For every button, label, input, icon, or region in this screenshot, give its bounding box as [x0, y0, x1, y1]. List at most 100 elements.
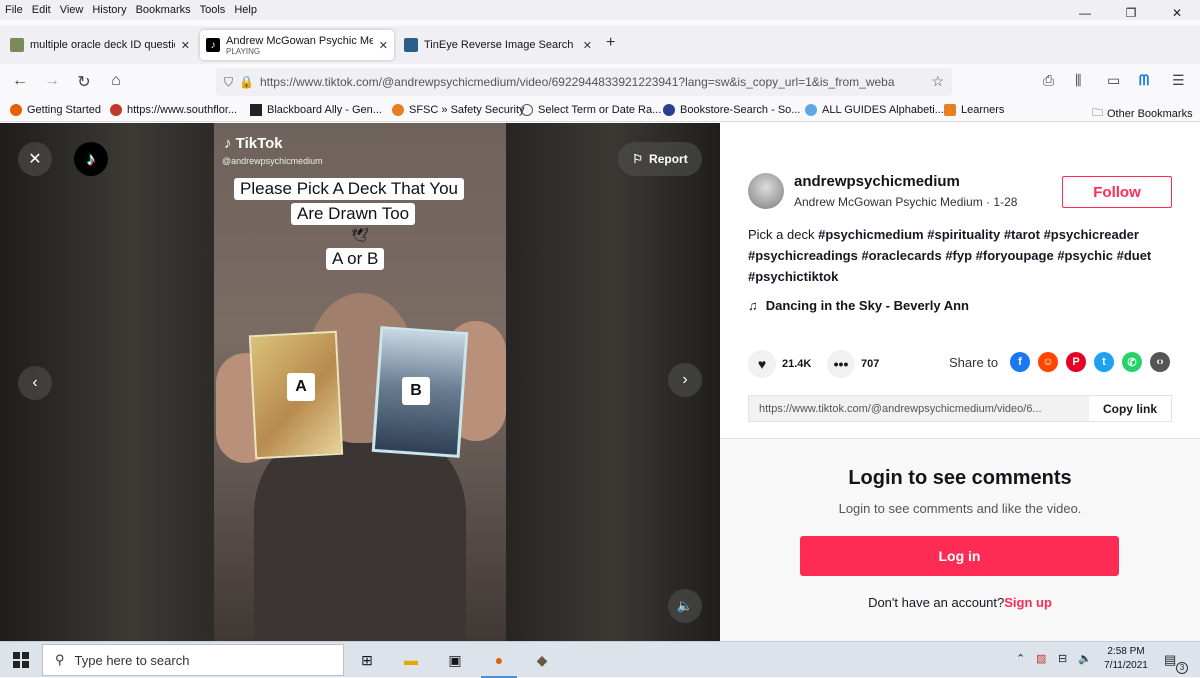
hashtag[interactable]: #psychicmedium	[818, 227, 924, 242]
hashtag[interactable]: #psychic	[1057, 248, 1113, 263]
menu-edit[interactable]: Edit	[28, 4, 55, 16]
notification-count: 3	[1176, 662, 1188, 674]
minimize-button[interactable]: —	[1062, 0, 1108, 26]
comment-stat[interactable]: ••• 707	[827, 350, 879, 378]
close-window-button[interactable]: ✕	[1154, 0, 1200, 26]
home-button[interactable]: ⌂	[106, 72, 126, 90]
video-frame[interactable]: A B ♪ TikTok @andrewpsychicmedium Please…	[214, 123, 506, 641]
new-tab-button[interactable]: +	[606, 34, 615, 52]
close-tab-icon[interactable]: ✕	[583, 39, 592, 52]
bookmark-item[interactable]: Select Term or Date Ra...	[521, 104, 661, 116]
hashtag[interactable]: #fyp	[945, 248, 972, 263]
other-bookmarks[interactable]: 🗀 Other Bookmarks	[1092, 104, 1193, 123]
avatar[interactable]	[748, 173, 784, 209]
clock[interactable]: 2:58 PM 7/11/2021	[1098, 645, 1154, 673]
menu-hamburger-icon[interactable]: ☰	[1172, 72, 1185, 89]
lock-icon[interactable]: 🔒	[239, 75, 254, 89]
menu-bookmarks[interactable]: Bookmarks	[132, 4, 195, 16]
speaker-icon[interactable]: 🔈	[1078, 652, 1092, 665]
library-icon[interactable]: ⫼	[1075, 72, 1081, 89]
back-button[interactable]: ←	[10, 72, 30, 90]
close-tab-icon[interactable]: ✕	[379, 39, 388, 52]
username[interactable]: andrewpsychicmedium	[794, 173, 960, 190]
bookmark-star-icon[interactable]: ☆	[931, 73, 944, 90]
start-button[interactable]	[0, 642, 42, 678]
hashtag[interactable]: #spirituality	[927, 227, 1000, 242]
whatsapp-icon[interactable]: ✆	[1122, 352, 1142, 372]
menu-tools[interactable]: Tools	[196, 4, 230, 16]
url-text[interactable]: https://www.tiktok.com/@andrewpsychicmed…	[260, 75, 910, 89]
music-link[interactable]: ♫ Dancing in the Sky - Beverly Ann	[748, 298, 969, 313]
like-stat[interactable]: ♥ 21.4K	[748, 350, 811, 378]
twitter-icon[interactable]: t	[1094, 352, 1114, 372]
taskbar-search[interactable]: ⚲ Type here to search	[42, 644, 344, 676]
embed-icon[interactable]: ‹›	[1150, 352, 1170, 372]
reload-button[interactable]: ↻	[74, 72, 94, 92]
bookmark-favicon-icon	[944, 104, 956, 116]
copy-link-button[interactable]: Copy link	[1089, 396, 1171, 421]
address-bar[interactable]: ⛉ 🔒 https://www.tiktok.com/@andrewpsychi…	[216, 68, 952, 96]
restore-button[interactable]: ❐	[1108, 0, 1154, 26]
sidebar-icon[interactable]: ▭	[1107, 72, 1120, 89]
menu-view[interactable]: View	[56, 4, 88, 16]
bookmark-item[interactable]: Blackboard Ally - Gen...	[250, 104, 382, 116]
share-link-text[interactable]: https://www.tiktok.com/@andrewpsychicmed…	[749, 396, 1089, 421]
volume-icon[interactable]: 🔈	[668, 589, 702, 623]
clock-time: 2:58 PM	[1107, 646, 1145, 657]
bookmark-item[interactable]: ALL GUIDES Alphabeti...	[805, 104, 944, 116]
tiktok-favicon-icon: ♪	[206, 38, 220, 52]
comment-icon[interactable]: •••	[827, 350, 855, 378]
show-hidden-icons[interactable]: ⌃	[1016, 652, 1025, 665]
firefox-icon[interactable]: ●	[481, 648, 517, 678]
network-icon[interactable]: ⊟	[1058, 652, 1067, 665]
hashtag[interactable]: #psychictiktok	[748, 269, 838, 284]
acrobat-tray-icon[interactable]: ▨	[1036, 652, 1046, 665]
login-button[interactable]: Log in	[800, 536, 1119, 576]
bookmark-item[interactable]: Getting Started	[10, 104, 101, 116]
tab-tineye[interactable]: TinEye Reverse Image Search ✕	[398, 30, 598, 60]
hashtag[interactable]: #duet	[1117, 248, 1152, 263]
forward-button[interactable]: →	[42, 72, 62, 90]
signup-link[interactable]: Sign up	[1004, 595, 1052, 610]
app-icon[interactable]: ◆	[530, 648, 554, 672]
facebook-icon[interactable]: f	[1010, 352, 1030, 372]
bookmark-item[interactable]: Bookstore-Search - So...	[663, 104, 800, 116]
next-video-icon[interactable]: ›	[668, 363, 702, 397]
notifications-icon[interactable]: ▤	[1164, 652, 1176, 668]
shield-icon[interactable]: ⛉	[224, 75, 233, 90]
tab-tiktok[interactable]: ♪ Andrew McGowan Psychic Med PLAYING ✕	[200, 30, 394, 60]
comments-section: Login to see comments Login to see comme…	[720, 439, 1200, 641]
hashtag[interactable]: #oraclecards	[861, 248, 941, 263]
tiktok-logo-icon[interactable]: ♪	[74, 142, 108, 176]
pocket-icon[interactable]: ⎙	[1043, 72, 1054, 89]
bookmark-item[interactable]: SFSC » Safety Security	[392, 104, 525, 116]
video-player[interactable]: A B ♪ TikTok @andrewpsychicmedium Please…	[0, 123, 720, 641]
close-tab-icon[interactable]: ✕	[181, 39, 190, 52]
login-title: Login to see comments	[848, 467, 1072, 489]
report-button[interactable]: ⚐ Report	[618, 142, 702, 176]
tab-oracle-question[interactable]: multiple oracle deck ID questio ✕	[4, 30, 196, 60]
tiktok-watermark: ♪ TikTok	[224, 135, 283, 152]
bookmark-item[interactable]: https://www.southflor...	[110, 104, 237, 116]
follow-button[interactable]: Follow	[1062, 176, 1172, 208]
tab-title: TinEye Reverse Image Search	[424, 39, 574, 51]
extension-icon[interactable]: ᗰ	[1139, 72, 1149, 89]
file-explorer-icon[interactable]: ▬	[399, 648, 423, 672]
bookmark-item[interactable]: Learners	[944, 104, 1004, 116]
store-icon[interactable]: ▣	[443, 648, 467, 672]
reddit-icon[interactable]: ☺	[1038, 352, 1058, 372]
hashtag[interactable]: #foryoupage	[976, 248, 1054, 263]
pinterest-icon[interactable]: P	[1066, 352, 1086, 372]
bookmark-favicon-icon	[250, 104, 262, 116]
hashtag[interactable]: #psychicreadings	[748, 248, 858, 263]
close-video-icon[interactable]: ✕	[18, 142, 52, 176]
menu-help[interactable]: Help	[230, 4, 261, 16]
previous-video-icon[interactable]: ‹	[18, 366, 52, 400]
menu-history[interactable]: History	[88, 4, 130, 16]
menu-file[interactable]: File	[1, 4, 27, 16]
hashtag[interactable]: #tarot	[1004, 227, 1040, 242]
hashtag[interactable]: #psychicreader	[1044, 227, 1139, 242]
task-view-icon[interactable]: ⊞	[355, 648, 379, 672]
card-label-a: A	[287, 373, 315, 401]
heart-icon[interactable]: ♥	[748, 350, 776, 378]
